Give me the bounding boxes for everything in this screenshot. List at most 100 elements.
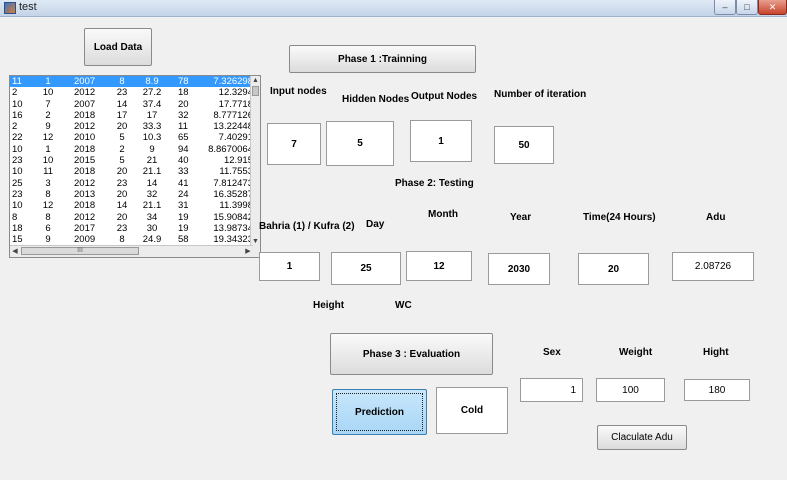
- table-cell: 10: [12, 98, 23, 110]
- iterations-field[interactable]: 50: [494, 126, 554, 164]
- table-cell: 41: [178, 177, 189, 189]
- data-listbox[interactable]: 11 1 2007 8 8.9 78 7.326298 2 10 2012 23 27.2 18 12.3…: [9, 75, 261, 258]
- load-data-button[interactable]: Load Data: [84, 28, 152, 66]
- vertical-scroll-thumb[interactable]: [252, 86, 259, 96]
- weight-field[interactable]: 100: [596, 378, 665, 402]
- table-cell: 23: [12, 155, 23, 167]
- table-cell: 3: [45, 177, 51, 189]
- table-row[interactable]: 2 10 2012 23 27.2 18 12.3294: [10, 87, 253, 98]
- table-cell: 7.326298: [213, 76, 253, 87]
- scroll-left-icon[interactable]: ◀: [10, 246, 20, 257]
- table-cell: 7.40291: [218, 132, 253, 144]
- sex-field[interactable]: 1: [520, 378, 583, 402]
- table-cell: 25: [12, 177, 23, 189]
- table-cell: 2012: [74, 121, 96, 133]
- wc-label: WC: [395, 300, 412, 311]
- site-field[interactable]: 1: [259, 252, 320, 281]
- table-cell: 15.90842: [213, 211, 253, 223]
- table-cell: 8: [45, 211, 51, 223]
- table-cell: 10: [12, 200, 23, 212]
- table-row[interactable]: 2 9 2012 20 33.3 11 13.22448: [10, 121, 253, 132]
- table-cell: 2007: [74, 98, 96, 110]
- table-row[interactable]: 8 8 2012 20 34 19 15.90842: [10, 212, 253, 223]
- day-label: Day: [366, 219, 385, 230]
- height-label: Height: [313, 300, 345, 311]
- scroll-up-icon[interactable]: ▲: [251, 76, 260, 85]
- table-cell: 31: [178, 200, 189, 212]
- month-field[interactable]: 12: [406, 251, 472, 281]
- result-field[interactable]: Cold: [436, 387, 508, 434]
- table-cell: 2009: [74, 234, 96, 246]
- table-cell: 20: [116, 211, 128, 223]
- table-cell: 65: [178, 132, 189, 144]
- table-cell: 16: [12, 109, 23, 121]
- hidden-nodes-label: Hidden Nodes: [342, 94, 410, 105]
- year-field[interactable]: 2030: [488, 253, 550, 285]
- table-cell: 17.7718: [218, 98, 253, 110]
- table-row[interactable]: 10 1 2018 2 9 94 8.8670064: [10, 144, 253, 155]
- table-row[interactable]: 10 7 2007 14 37.4 20 17.7718: [10, 99, 253, 110]
- table-cell: 20: [116, 188, 128, 200]
- day-field[interactable]: 25: [331, 252, 401, 285]
- month-label: Month: [428, 209, 458, 220]
- table-cell: 8.8670064: [208, 143, 253, 155]
- table-cell: 5: [119, 155, 125, 167]
- horizontal-scrollbar[interactable]: ◀ III ▶: [10, 245, 253, 257]
- minimize-button[interactable]: –: [714, 0, 736, 15]
- table-cell: 22: [12, 132, 23, 144]
- table-cell: 2015: [74, 155, 96, 167]
- table-cell: 12: [42, 200, 54, 212]
- table-cell: 12.915: [223, 155, 253, 167]
- phase1-training-button[interactable]: Phase 1 :Trainning: [289, 45, 476, 73]
- table-row[interactable]: 23 10 2015 5 21 40 12.915: [10, 155, 253, 166]
- horizontal-scroll-thumb[interactable]: III: [21, 247, 139, 255]
- table-cell: 2012: [74, 211, 96, 223]
- table-cell: 9: [45, 234, 51, 246]
- table-row[interactable]: 22 12 2010 5 10.3 65 7.40291: [10, 132, 253, 143]
- table-cell: 11.7553: [219, 166, 253, 178]
- table-cell: 58: [178, 234, 189, 246]
- table-cell: 34: [146, 211, 158, 223]
- table-cell: 19: [178, 222, 189, 234]
- table-cell: 16.35287: [213, 188, 253, 200]
- table-cell: 8: [45, 188, 51, 200]
- table-row[interactable]: 10 12 2018 14 21.1 31 11.3998: [10, 200, 253, 211]
- table-cell: 20: [116, 166, 128, 178]
- input-nodes-field[interactable]: 7: [267, 123, 321, 165]
- table-row[interactable]: 25 3 2012 23 14 41 7.812473: [10, 178, 253, 189]
- table-cell: 24: [178, 188, 189, 200]
- table-cell: 12.3294: [218, 87, 253, 99]
- prediction-button[interactable]: Prediction: [332, 389, 427, 435]
- table-row[interactable]: 11 1 2007 8 8.9 78 7.326298: [10, 76, 253, 88]
- hidden-nodes-field[interactable]: 5: [326, 121, 394, 166]
- table-cell: 8: [12, 211, 18, 223]
- table-row[interactable]: 15 9 2009 8 24.9 58 19.34323: [10, 234, 253, 245]
- table-cell: 2007: [74, 76, 96, 87]
- year-label: Year: [510, 212, 532, 223]
- table-row[interactable]: 23 8 2013 20 32 24 16.35287: [10, 189, 253, 200]
- close-icon: ✕: [768, 2, 777, 12]
- table-cell: 2013: [74, 188, 96, 200]
- table-row[interactable]: 16 2 2018 17 17 32 8.777126: [10, 110, 253, 121]
- table-cell: 20: [178, 98, 189, 110]
- table-row[interactable]: 18 6 2017 23 30 19 13.98734: [10, 223, 253, 234]
- close-button[interactable]: ✕: [758, 0, 787, 15]
- table-cell: 2018: [74, 200, 96, 212]
- table-cell: 14: [146, 177, 158, 189]
- table-cell: 2012: [74, 177, 96, 189]
- phase3-evaluation-button[interactable]: Phase 3 : Evaluation: [330, 333, 493, 375]
- table-cell: 21.1: [142, 166, 162, 178]
- table-cell: 19: [178, 211, 189, 223]
- table-row[interactable]: 10 11 2018 20 21.1 33 11.7553: [10, 166, 253, 177]
- hight-field[interactable]: 180: [684, 379, 750, 401]
- time-field[interactable]: 20: [578, 253, 649, 285]
- data-rows: 11 1 2007 8 8.9 78 7.326298 2 10 2012 23 27.2 18 12.3…: [10, 76, 253, 245]
- table-cell: 11: [12, 76, 22, 87]
- calculate-adu-button[interactable]: Claculate Adu: [597, 425, 687, 450]
- adu-field[interactable]: 2.08726: [672, 252, 754, 281]
- table-cell: 23: [116, 177, 128, 189]
- table-cell: 1: [45, 143, 51, 155]
- table-cell: 18: [12, 222, 23, 234]
- output-nodes-field[interactable]: 1: [410, 120, 472, 162]
- maximize-button[interactable]: □: [736, 0, 758, 15]
